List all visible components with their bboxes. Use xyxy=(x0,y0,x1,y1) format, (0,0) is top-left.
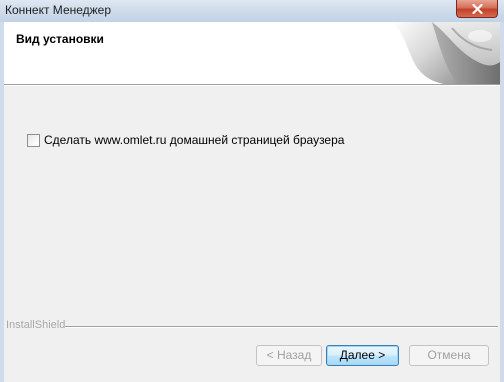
installer-window: Коннект Менеджер Вид установки Сделать w… xyxy=(0,0,504,382)
header-banner: Вид установки xyxy=(4,22,500,84)
footer-divider-highlight xyxy=(65,327,498,328)
header-divider-highlight xyxy=(4,85,500,86)
close-icon xyxy=(472,4,483,14)
window-frame-right xyxy=(500,22,504,382)
title-bar[interactable]: Коннект Менеджер xyxy=(0,0,504,22)
page-curl-graphic xyxy=(392,22,500,84)
page-title: Вид установки xyxy=(16,32,104,46)
window-title: Коннект Менеджер xyxy=(5,3,112,17)
homepage-checkbox[interactable] xyxy=(27,134,40,147)
cancel-button[interactable]: Отмена xyxy=(409,345,489,366)
close-button[interactable] xyxy=(456,0,498,18)
homepage-checkbox-label[interactable]: Сделать www.omlet.ru домашней страницей … xyxy=(44,133,344,147)
installshield-brand: InstallShield xyxy=(6,319,66,331)
next-button[interactable]: Далее > xyxy=(326,345,399,366)
back-button[interactable]: < Назад xyxy=(256,345,322,366)
